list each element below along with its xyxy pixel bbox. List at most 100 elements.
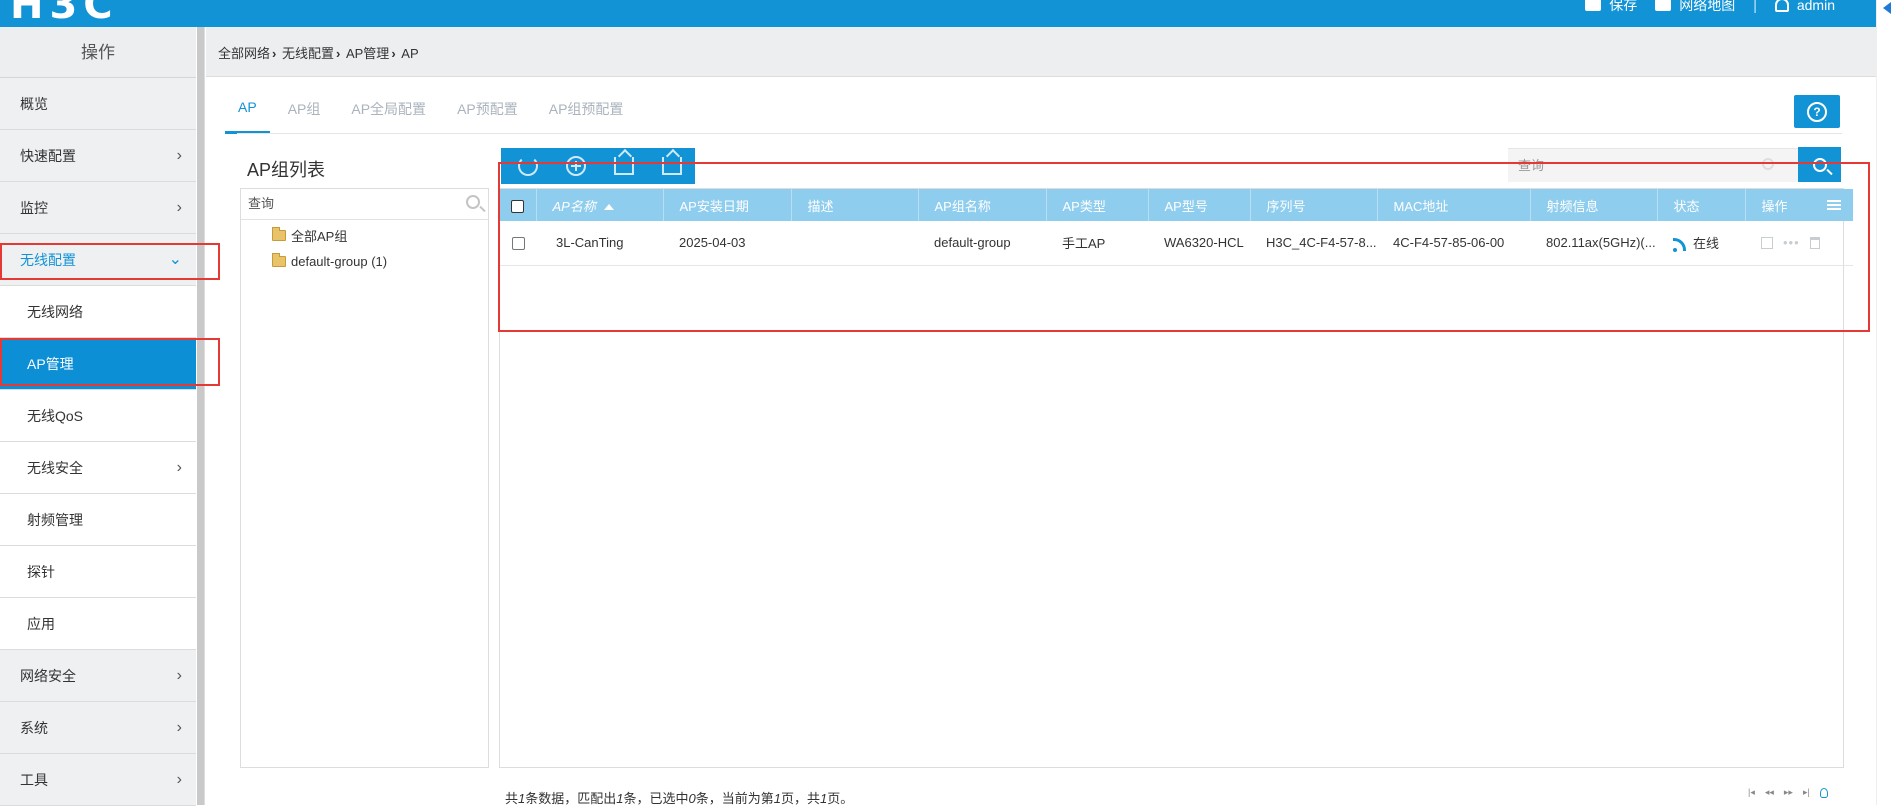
summary-text: 条，已选中: [623, 791, 689, 806]
table-search-input[interactable]: [1508, 149, 1748, 181]
export-icon: [662, 157, 682, 175]
col-serial[interactable]: 序列号: [1249, 189, 1377, 221]
breadcrumb-sep: ›: [391, 46, 396, 61]
breadcrumb-item[interactable]: 无线配置: [282, 46, 334, 61]
pagination: |◂ ◂◂ ▸▸ ▸|: [1748, 787, 1828, 798]
export-button[interactable]: [661, 155, 683, 177]
refresh-button[interactable]: [517, 155, 539, 177]
sidebar-item-label: 无线安全: [27, 460, 83, 476]
tab-ap-group-preconfig[interactable]: AP组预配置: [548, 95, 625, 134]
sidebar-item-1[interactable]: 快速配置 ›: [0, 130, 196, 182]
col-mac[interactable]: MAC地址: [1376, 189, 1530, 221]
sidebar-item-label: 网络安全: [20, 668, 76, 684]
select-all-checkbox[interactable]: [511, 199, 525, 213]
folder-icon: [272, 226, 286, 241]
ap-table: AP名称 AP安装日期 描述 AP组名称 AP类型 AP型号 序列号 MAC地址…: [499, 188, 1853, 768]
col-label: AP名称: [552, 198, 596, 214]
help-button[interactable]: ?: [1794, 95, 1840, 128]
sidebar-item-10[interactable]: 应用: [0, 598, 196, 650]
col-ap-model[interactable]: AP型号: [1147, 189, 1250, 221]
sidebar-item-13[interactable]: 工具 ›: [0, 754, 196, 806]
search-hint-icon: [1762, 158, 1774, 170]
summary-text: 页，共: [781, 791, 821, 806]
last-page-icon[interactable]: ▸|: [1803, 787, 1810, 798]
search-button[interactable]: [1798, 147, 1841, 182]
sidebar-item-2[interactable]: 监控 ›: [0, 182, 196, 234]
next-page-icon[interactable]: ▸▸: [1784, 787, 1793, 798]
tip-icon[interactable]: [1819, 787, 1828, 798]
col-ap-type[interactable]: AP类型: [1045, 189, 1148, 221]
sidebar-item-11[interactable]: 网络安全 ›: [0, 650, 196, 702]
tab-ap-preconfig[interactable]: AP预配置: [456, 95, 519, 134]
sidebar-item-label: 概览: [20, 96, 48, 112]
tree-item-all-groups[interactable]: 全部AP组: [272, 222, 488, 248]
col-install-date[interactable]: AP安装日期: [662, 189, 791, 221]
cell-status: 在线: [1657, 221, 1745, 266]
sidebar-item-0[interactable]: 概览: [0, 78, 196, 130]
sidebar-item-4[interactable]: 无线网络: [0, 286, 196, 338]
breadcrumb-sep: ›: [272, 46, 277, 61]
delete-icon[interactable]: [1809, 236, 1820, 249]
chevron-right-icon: ›: [176, 719, 182, 736]
save-button[interactable]: 保存: [1585, 0, 1637, 15]
sidebar-item-5[interactable]: AP管理: [0, 338, 196, 390]
column-settings-icon[interactable]: [1827, 200, 1841, 210]
tab-ap-group[interactable]: AP组: [287, 95, 322, 134]
breadcrumb-item[interactable]: AP管理: [346, 46, 389, 61]
table-header-row: AP名称 AP安装日期 描述 AP组名称 AP类型 AP型号 序列号 MAC地址…: [500, 189, 1853, 221]
more-icon[interactable]: •••: [1783, 235, 1800, 250]
sidebar-item-6[interactable]: 无线QoS: [0, 390, 196, 442]
summary-selected: 0: [688, 791, 696, 806]
sidebar-item-label: 无线网络: [27, 304, 83, 320]
cell-model: WA6320-HCL: [1148, 221, 1250, 266]
col-description[interactable]: 描述: [790, 189, 918, 221]
import-icon: [614, 157, 634, 175]
breadcrumb-item[interactable]: 全部网络: [218, 46, 270, 61]
chevron-right-icon: ›: [176, 199, 182, 216]
table-row[interactable]: 3L-CanTing 2025-04-03 default-group 手工AP…: [500, 221, 1853, 266]
col-radio-info[interactable]: 射频信息: [1529, 189, 1657, 221]
search-icon[interactable]: [466, 195, 480, 209]
table-summary: 共1条数据，匹配出1条，已选中0条，当前为第1页，共1页。: [505, 788, 853, 807]
col-group-name[interactable]: AP组名称: [917, 189, 1046, 221]
cell-install-date: 2025-04-03: [663, 221, 791, 266]
save-icon: [1585, 0, 1602, 11]
network-map-label: 网络地图: [1679, 0, 1736, 13]
sidebar-list: 概览快速配置 › 监控 › 无线配置 ⌄ 无线网络 AP管理 无线QoS 无线安全 › 射频管理探针应…: [0, 78, 204, 806]
tree-item-default-group[interactable]: default-group (1): [272, 248, 488, 274]
group-search-input[interactable]: [241, 189, 441, 218]
first-page-icon[interactable]: |◂: [1748, 787, 1755, 798]
col-actions: 操作: [1744, 189, 1853, 221]
cell-ap-name: 3L-CanTing: [536, 221, 663, 266]
tab-ap[interactable]: AP: [225, 95, 270, 134]
user-icon: [1774, 0, 1789, 12]
add-button[interactable]: [565, 155, 587, 177]
select-all-cell: [500, 189, 536, 221]
sidebar-item-label: 应用: [27, 616, 55, 632]
network-map-button[interactable]: 网络地图: [1655, 0, 1735, 15]
sidebar-title: 操作: [0, 27, 196, 78]
sidebar-scrollbar[interactable]: [197, 27, 204, 805]
col-ap-name[interactable]: AP名称: [535, 189, 663, 221]
prev-page-icon[interactable]: ◂◂: [1765, 787, 1774, 798]
sidebar-item-label: 监控: [20, 200, 48, 216]
map-icon: [1655, 0, 1672, 11]
h3c-logo: H3C: [10, 0, 119, 28]
sidebar-item-3[interactable]: 无线配置 ⌄: [0, 234, 196, 286]
sidebar-item-8[interactable]: 射频管理: [0, 494, 196, 546]
sidebar-item-9[interactable]: 探针: [0, 546, 196, 598]
edit-icon[interactable]: [1761, 236, 1773, 249]
cell-group: default-group: [918, 221, 1046, 266]
tree-item-label: default-group (1): [291, 253, 388, 269]
import-button[interactable]: [613, 155, 635, 177]
cell-radio: 802.11ax(5GHz)(...: [1530, 221, 1657, 266]
user-menu[interactable]: admin: [1774, 0, 1835, 13]
sidebar-item-7[interactable]: 无线安全 ›: [0, 442, 196, 494]
chevron-right-icon: ›: [176, 459, 182, 476]
sidebar-item-12[interactable]: 系统 ›: [0, 702, 196, 754]
col-status[interactable]: 状态: [1656, 189, 1745, 221]
tab-ap-global-config[interactable]: AP全局配置: [350, 95, 427, 134]
sidebar-item-label: 射频管理: [27, 512, 83, 528]
row-checkbox[interactable]: [511, 237, 525, 251]
divider: |: [1753, 0, 1757, 13]
